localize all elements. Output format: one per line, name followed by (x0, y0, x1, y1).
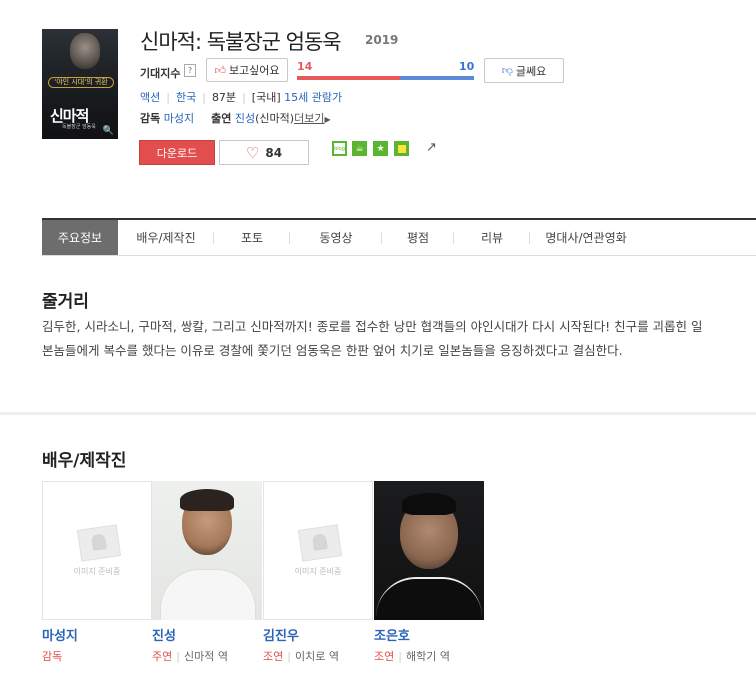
tab-photo[interactable]: 포토 (214, 220, 290, 255)
poster-caption: '야인 시대'의 귀환 (48, 77, 114, 88)
director-label: 감독 (140, 112, 161, 125)
not-interested-button[interactable]: 👎︎ 글쎄요 (484, 58, 564, 83)
role-type: 조연 (263, 650, 284, 663)
tab-bar: 주요정보 배우/제작진 포토 동영상 평점 리뷰 명대사/연관영화 (42, 218, 756, 256)
cast-section-title: 배우/제작진 (42, 451, 127, 471)
character-name: 해학기 역 (405, 650, 450, 663)
character-name: 이치로 역 (294, 650, 339, 663)
not-interested-label: 글쎄요 (515, 64, 547, 78)
country-link[interactable]: 한국 (176, 91, 196, 104)
tab-label: 배우/제작진 (136, 231, 196, 245)
caret-right-icon: ▶ (324, 115, 331, 124)
tab-label: 동영상 (319, 231, 353, 245)
rating-prefix: [국내] (251, 91, 281, 104)
cast-photo-placeholder[interactable]: 이미지 준비중 (263, 481, 373, 620)
want-count: 14 (297, 60, 313, 73)
cast-link[interactable]: 진성 (235, 112, 255, 125)
cast-photo[interactable] (152, 481, 262, 620)
tab-rating[interactable]: 평점 (382, 220, 454, 255)
placeholder-text: 이미지 준비중 (294, 567, 342, 576)
poster-face (70, 33, 100, 69)
want-to-see-label: 보고싶어요 (228, 64, 280, 77)
help-icon[interactable]: ? (184, 64, 196, 77)
bookmark-star-icon[interactable]: ★ (373, 141, 388, 156)
cast-role: 감독 (42, 648, 62, 664)
divider: | (242, 91, 246, 104)
download-button[interactable]: 다운로드 (139, 140, 215, 165)
cast-label: 출연 (211, 112, 232, 125)
zoom-icon[interactable]: 🔍 (103, 126, 114, 136)
photo-jacket (376, 577, 482, 620)
movie-year: 2019 (365, 33, 399, 47)
image-placeholder-icon (76, 524, 122, 562)
character-name: 신마적 역 (183, 650, 228, 663)
divider: | (176, 650, 180, 663)
photo-shirt (160, 569, 256, 620)
cast-role: (신마적) (255, 112, 295, 125)
more-link[interactable]: 더보기 (294, 112, 324, 125)
cast-photo-placeholder[interactable]: 이미지 준비중 (42, 481, 152, 620)
tab-cast-crew[interactable]: 배우/제작진 (118, 220, 214, 255)
divider: | (202, 91, 206, 104)
divider: | (398, 650, 402, 663)
crew-line: 감독 마성지 출연 진성(신마적)더보기▶ (140, 110, 331, 126)
cast-name-link[interactable]: 진성 (152, 625, 176, 644)
genre-link[interactable]: 액션 (140, 91, 160, 104)
cast-role: 조연 | 이치로 역 (263, 648, 339, 664)
expectation-bar-want (297, 76, 400, 80)
thumbs-down-icon: 👎︎ (501, 64, 513, 77)
director-link[interactable]: 마성지 (164, 112, 194, 125)
want-to-see-button[interactable]: 👍︎ 보고싶어요 (206, 58, 288, 82)
role-type: 감독 (42, 650, 63, 663)
cast-name-link[interactable]: 조은호 (374, 625, 410, 644)
tab-main-info[interactable]: 주요정보 (42, 220, 118, 255)
tab-label: 리뷰 (480, 231, 504, 245)
photo-hair (180, 489, 234, 511)
runtime: 87분 (211, 91, 237, 104)
placeholder-text: 이미지 준비중 (73, 567, 121, 576)
blog-share-icon[interactable]: blog (332, 141, 347, 156)
tab-label: 평점 (406, 231, 430, 245)
share-icon[interactable]: ↗ (426, 140, 437, 155)
cast-name-link[interactable]: 마성지 (42, 625, 78, 644)
cast-photo[interactable] (374, 481, 484, 620)
cast-name-link[interactable]: 김진우 (263, 625, 299, 644)
like-button[interactable]: ♡ 84 (219, 140, 309, 165)
memo-share-icon[interactable] (394, 141, 409, 156)
role-type: 주연 (152, 650, 173, 663)
cafe-share-icon[interactable]: ☕ (352, 141, 367, 156)
poster-subtitle: 독불장군 엄동욱 (62, 124, 96, 130)
divider: | (287, 650, 291, 663)
tab-label: 포토 (240, 231, 264, 245)
section-divider (0, 412, 756, 415)
role-type: 조연 (374, 650, 395, 663)
expectation-label: 기대지수 (140, 67, 181, 80)
cast-role: 조연 | 해학기 역 (374, 648, 450, 664)
not-want-count: 10 (459, 60, 475, 73)
tab-quotes-related[interactable]: 명대사/연관영화 (530, 220, 642, 255)
movie-poster[interactable]: '야인 시대'의 귀환 신마적 독불장군 엄동욱 🔍 (42, 29, 118, 139)
synopsis-text: 김두한, 시라소니, 구마적, 쌍칼, 그리고 신마적까지! 종로를 접수한 낭… (42, 319, 703, 358)
image-placeholder-icon (297, 524, 343, 562)
tab-video[interactable]: 동영상 (290, 220, 382, 255)
tab-review[interactable]: 리뷰 (454, 220, 530, 255)
thumbs-up-icon: 👍︎ (214, 63, 226, 77)
like-count: 84 (265, 145, 283, 160)
age-rating-link[interactable]: 15세 관람가 (284, 91, 342, 104)
photo-hair (402, 493, 456, 515)
expectation-bar (297, 76, 474, 80)
cast-role: 주연 | 신마적 역 (152, 648, 228, 664)
movie-info-line: 액션 | 한국 | 87분 | [국내] 15세 관람가 (140, 89, 342, 105)
movie-title: 신마적: 독불장군 엄동욱 (140, 30, 342, 54)
heart-icon: ♡ (245, 143, 260, 162)
synopsis-title: 줄거리 (42, 292, 89, 312)
divider: | (166, 91, 170, 104)
